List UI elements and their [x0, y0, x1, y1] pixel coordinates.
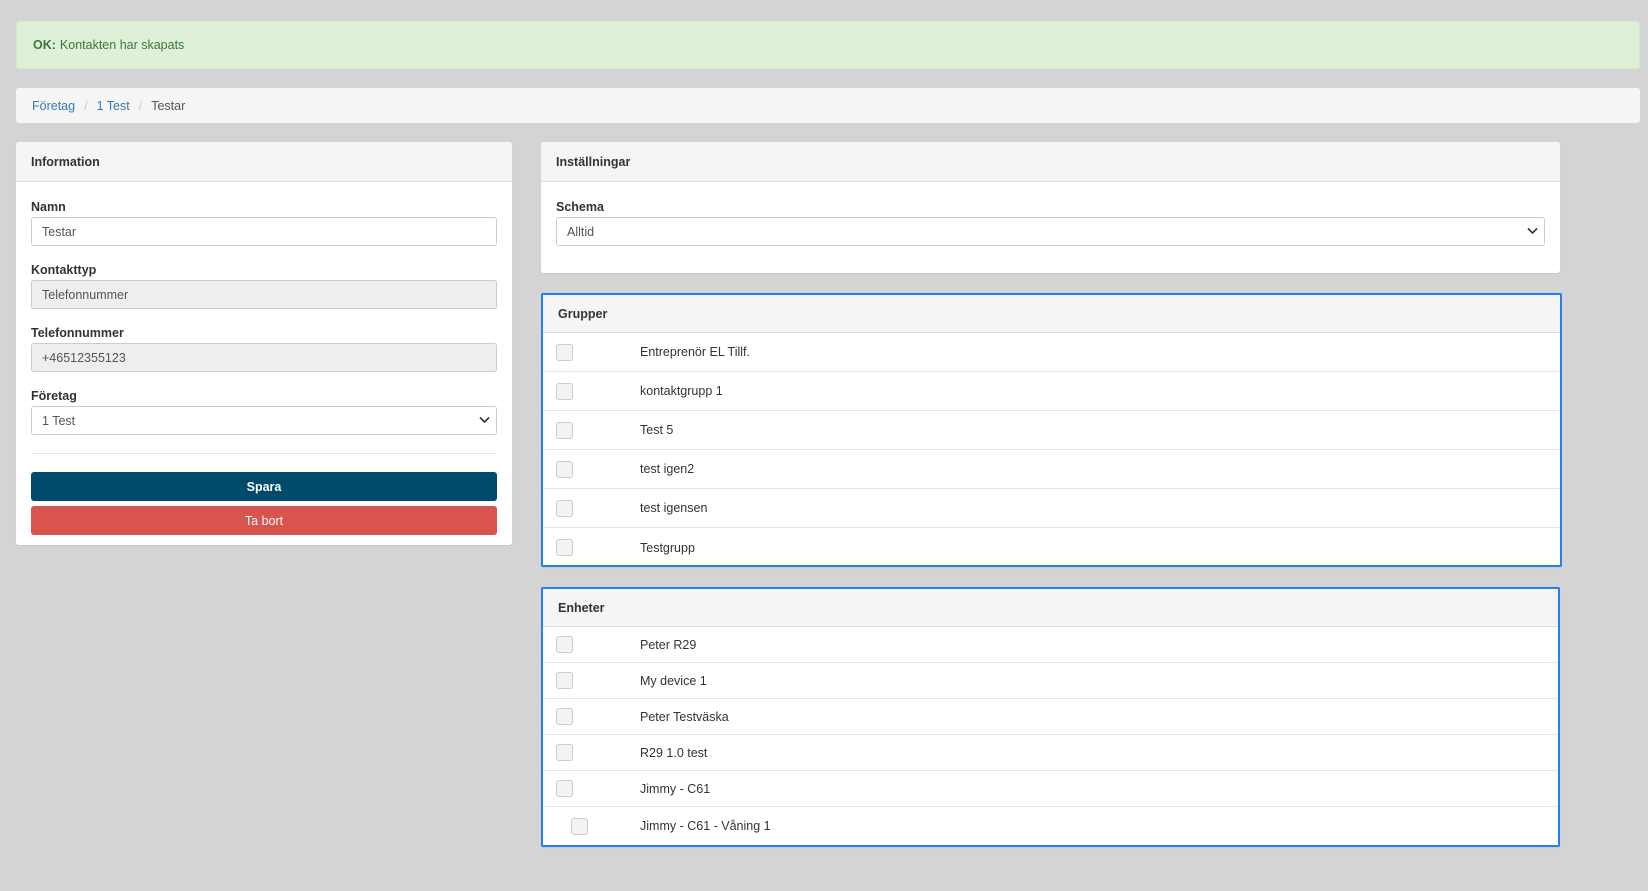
group-row[interactable]: Entreprenör EL Tillf. — [543, 333, 1560, 372]
group-row[interactable]: kontaktgrupp 1 — [543, 372, 1560, 411]
group-label: Test 5 — [640, 423, 674, 437]
schema-select[interactable]: Alltid — [556, 217, 1545, 246]
chevron-down-icon — [1527, 226, 1538, 237]
unit-row[interactable]: R29 1.0 test — [543, 735, 1558, 771]
settings-panel: Inställningar Schema Alltid — [541, 142, 1560, 273]
name-input[interactable]: Testar — [31, 217, 497, 246]
settings-panel-title: Inställningar — [541, 142, 1560, 182]
group-checkbox[interactable] — [556, 460, 573, 478]
alert-prefix: OK: — [33, 38, 56, 52]
unit-row[interactable]: Jimmy - C61 - Våning 1 — [543, 807, 1558, 845]
information-panel-title: Information — [16, 142, 512, 182]
unit-row[interactable]: Peter R29 — [543, 627, 1558, 663]
contact-type-label: Kontakttyp — [31, 263, 97, 277]
group-label: Testgrupp — [640, 540, 695, 555]
contact-type-value: Telefonnummer — [42, 287, 129, 302]
group-row[interactable]: test igensen — [543, 489, 1560, 528]
group-label: Entreprenör EL Tillf. — [640, 345, 751, 359]
unit-label: Jimmy - C61 - Våning 1 — [640, 819, 771, 833]
unit-checkbox[interactable] — [556, 780, 573, 797]
phone-value: +46512355123 — [42, 350, 126, 365]
company-select-value: 1 Test — [42, 413, 76, 428]
groups-panel-title: Grupper — [543, 295, 1560, 333]
units-panel: Enheter Peter R29 My device 1 Peter Test… — [541, 587, 1560, 847]
breadcrumb-separator: / — [138, 98, 143, 113]
breadcrumb-separator: / — [84, 98, 88, 113]
group-checkbox[interactable] — [556, 382, 573, 400]
chevron-down-icon — [479, 415, 490, 426]
unit-checkbox[interactable] — [556, 744, 573, 761]
unit-checkbox[interactable] — [571, 817, 588, 835]
unit-row[interactable]: Peter Testväska — [543, 699, 1558, 735]
group-label: kontaktgrupp 1 — [640, 384, 723, 398]
breadcrumb: Företag / 1 Test / Testar — [16, 88, 1640, 123]
unit-checkbox[interactable] — [556, 708, 573, 725]
breadcrumb-current: Testar — [151, 98, 186, 113]
company-select[interactable]: 1 Test — [31, 406, 497, 435]
unit-label: Peter Testväska — [640, 709, 729, 724]
unit-row[interactable]: My device 1 — [543, 663, 1558, 699]
schema-select-value: Alltid — [567, 224, 595, 239]
alert-message: Kontakten har skapats — [59, 38, 185, 52]
name-label: Namn — [31, 200, 66, 214]
unit-checkbox[interactable] — [556, 672, 573, 689]
group-row[interactable]: Test 5 — [543, 411, 1560, 450]
group-checkbox[interactable] — [556, 499, 573, 517]
group-row[interactable]: test igen2 — [543, 450, 1560, 489]
unit-row[interactable]: Jimmy - C61 — [543, 771, 1558, 807]
group-row[interactable]: Testgrupp — [543, 528, 1560, 567]
phone-field: +46512355123 — [31, 343, 497, 372]
breadcrumb-link-company[interactable]: Företag — [32, 99, 75, 113]
save-button[interactable]: Spara — [31, 472, 497, 501]
name-input-value: Testar — [42, 224, 77, 239]
success-alert: OK: Kontakten har skapats — [16, 21, 1640, 69]
group-label: test igensen — [640, 501, 708, 515]
company-label: Företag — [31, 389, 77, 403]
group-checkbox[interactable] — [556, 343, 573, 361]
unit-checkbox[interactable] — [556, 636, 573, 653]
phone-label: Telefonnummer — [31, 326, 124, 340]
units-panel-title: Enheter — [543, 589, 1558, 627]
schema-label: Schema — [556, 200, 604, 214]
contact-type-field: Telefonnummer — [31, 280, 497, 309]
group-checkbox[interactable] — [556, 421, 573, 439]
group-checkbox[interactable] — [556, 539, 573, 556]
form-divider — [31, 453, 497, 454]
unit-label: Peter R29 — [640, 637, 697, 652]
delete-button[interactable]: Ta bort — [31, 506, 497, 535]
unit-label: My device 1 — [640, 673, 707, 688]
unit-label: R29 1.0 test — [640, 745, 708, 760]
information-panel: Information Namn Testar Kontakttyp Telef… — [16, 142, 512, 545]
group-label: test igen2 — [640, 462, 695, 476]
unit-label: Jimmy - C61 — [640, 781, 711, 796]
breadcrumb-link-1-test[interactable]: 1 Test — [97, 99, 130, 113]
groups-panel: Grupper Entreprenör EL Tillf. kontaktgru… — [541, 293, 1562, 567]
